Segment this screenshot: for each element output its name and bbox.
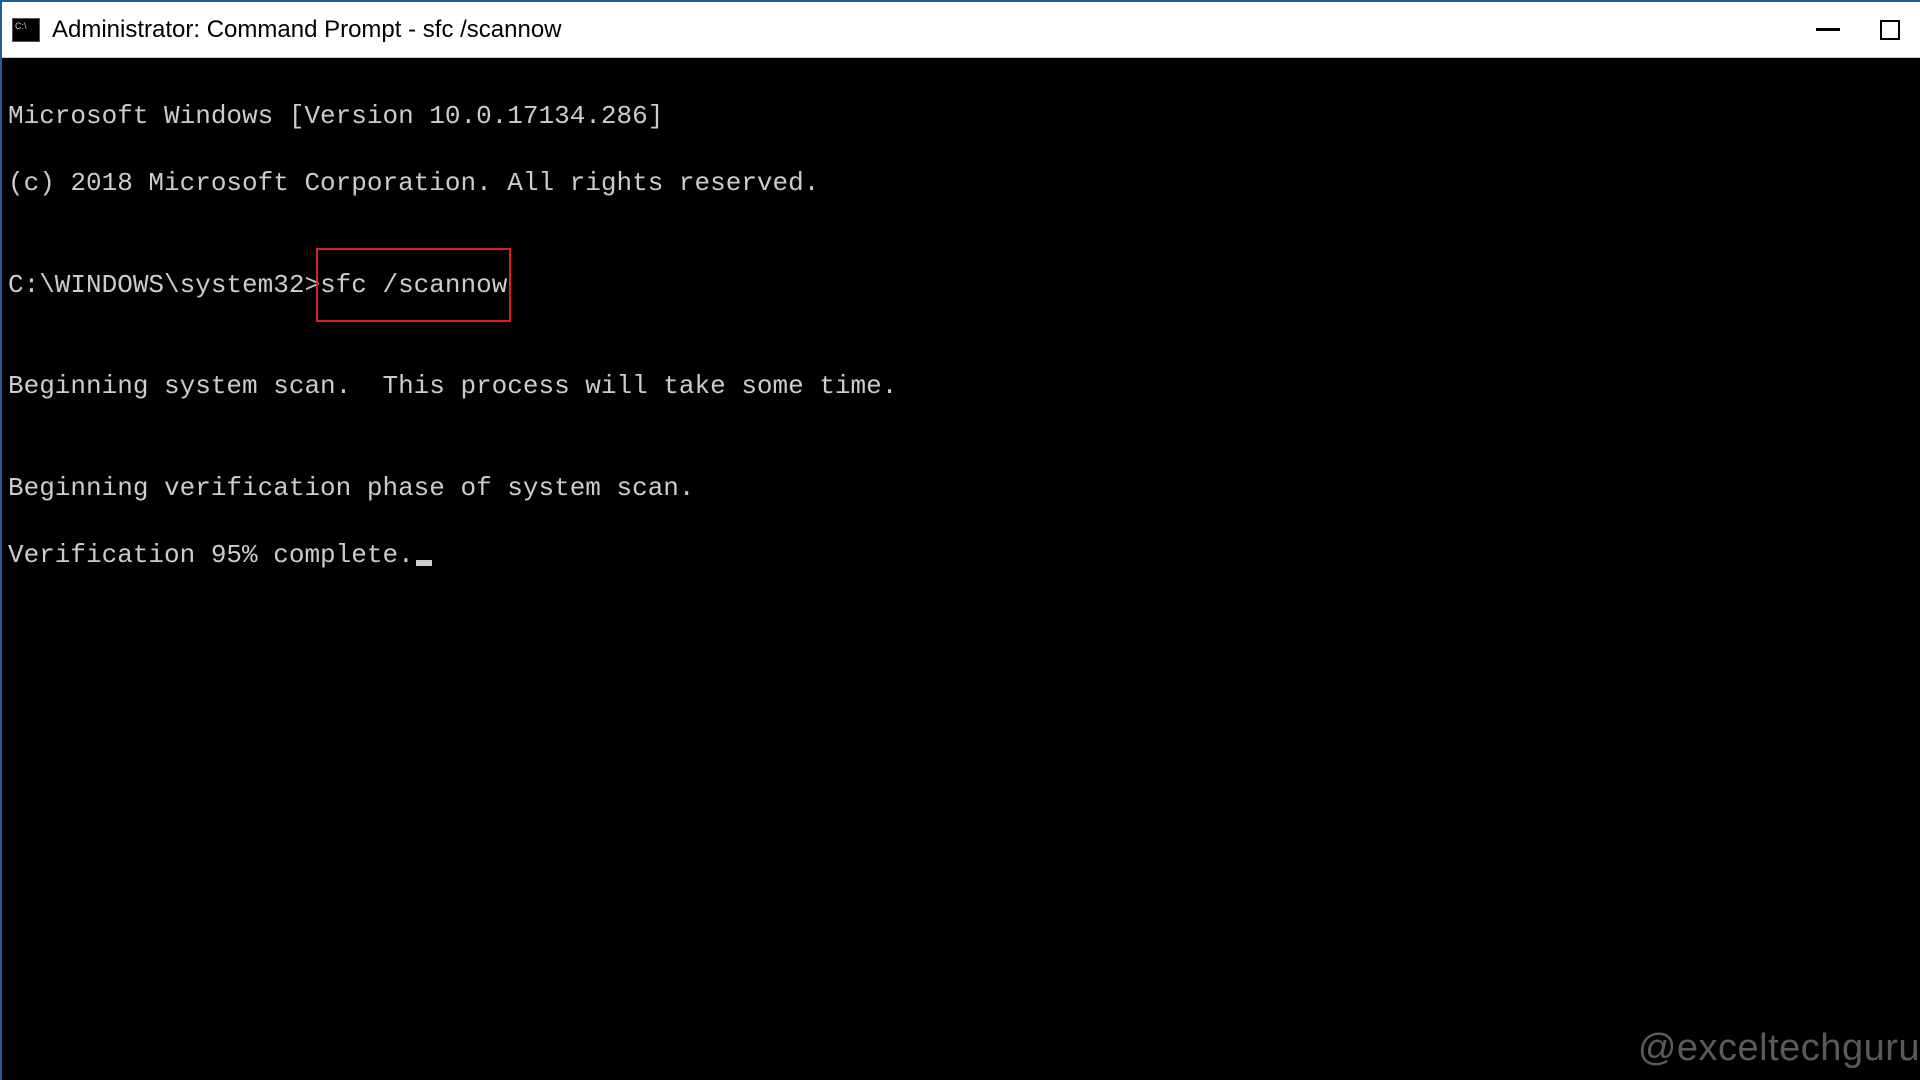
terminal-output[interactable]: Microsoft Windows [Version 10.0.17134.28…	[2, 58, 1920, 1080]
watermark-text: @exceltechguru	[1638, 1027, 1920, 1070]
cmd-icon-text: C:\	[15, 21, 27, 31]
cursor-icon	[416, 560, 432, 566]
output-line: (c) 2018 Microsoft Corporation. All righ…	[8, 167, 1914, 201]
output-line: Beginning system scan. This process will…	[8, 370, 1914, 404]
minimize-button[interactable]	[1816, 28, 1840, 31]
window-title: Administrator: Command Prompt - sfc /sca…	[52, 16, 1816, 44]
output-line: Beginning verification phase of system s…	[8, 472, 1914, 506]
progress-line: Verification 95% complete.	[8, 539, 1914, 573]
prompt-line: C:\WINDOWS\system32>sfc /scannow	[8, 269, 1914, 303]
prompt-text: C:\WINDOWS\system32>	[8, 270, 320, 300]
titlebar[interactable]: C:\ Administrator: Command Prompt - sfc …	[2, 2, 1920, 58]
command-text: sfc /scannow	[320, 270, 507, 300]
maximize-button[interactable]	[1880, 20, 1900, 40]
cmd-icon: C:\	[12, 18, 40, 42]
window-controls	[1816, 20, 1910, 40]
output-line: Microsoft Windows [Version 10.0.17134.28…	[8, 100, 1914, 134]
command-prompt-window: C:\ Administrator: Command Prompt - sfc …	[0, 0, 1920, 1080]
progress-text: Verification 95% complete.	[8, 540, 414, 570]
